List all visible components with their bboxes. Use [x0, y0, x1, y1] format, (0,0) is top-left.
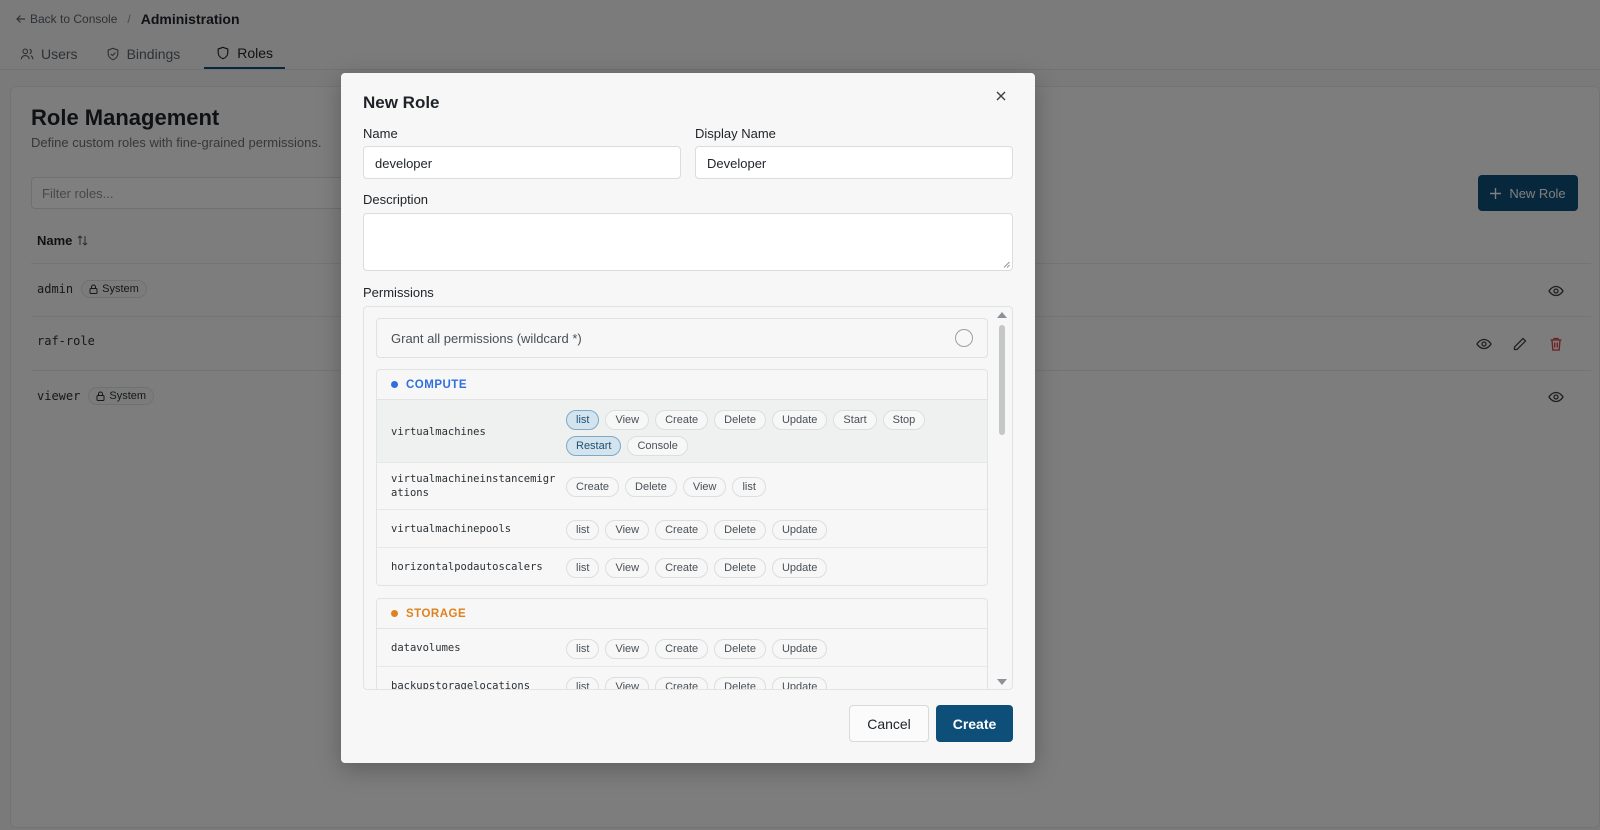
- resource-row: virtualmachinepools list View Create Del…: [377, 510, 987, 548]
- resource-row: datavolumes list View Create Delete Upda…: [377, 629, 987, 667]
- verb-chip[interactable]: Delete: [625, 477, 677, 497]
- resize-grip-icon[interactable]: [1003, 261, 1010, 268]
- new-role-dialog: New Role Name developer Display Name Dev…: [341, 73, 1035, 763]
- resource-name: virtualmachines: [391, 426, 486, 438]
- verb-chip[interactable]: Create: [566, 477, 620, 497]
- verb-chip[interactable]: View: [605, 639, 650, 659]
- verb-chips: list View Create Delete Update: [566, 520, 976, 540]
- verb-chip[interactable]: Update: [771, 410, 828, 430]
- group-dot: [391, 381, 398, 388]
- resource-row: horizontalpodautoscalers list View Creat…: [377, 548, 987, 585]
- group-header: COMPUTE: [377, 370, 987, 400]
- verb-chip[interactable]: list: [566, 558, 600, 578]
- scroll-up-arrow-icon[interactable]: [997, 312, 1007, 318]
- name-input[interactable]: developer: [363, 146, 681, 179]
- name-label: Name: [363, 126, 398, 141]
- verb-chip[interactable]: Update: [771, 677, 828, 689]
- permissions-list[interactable]: Grant all permissions (wildcard *) COMPU…: [363, 306, 1013, 690]
- dialog-title: New Role: [363, 93, 440, 112]
- verb-chip[interactable]: Create: [655, 520, 709, 540]
- group-name: COMPUTE: [406, 378, 467, 391]
- permissions-scrollbar[interactable]: [992, 307, 1012, 689]
- display-name-label: Display Name: [695, 126, 776, 141]
- scrollbar-thumb[interactable]: [999, 325, 1005, 435]
- verb-chips: Create Delete View list: [566, 477, 976, 497]
- verb-chip[interactable]: Console: [627, 436, 688, 456]
- verb-chip[interactable]: Delete: [714, 558, 766, 578]
- close-icon[interactable]: [993, 88, 1009, 104]
- verb-chip[interactable]: Create: [655, 677, 709, 689]
- verb-chips: list View Create Delete Update: [566, 639, 976, 659]
- resource-name: virtualmachineinstancemigr ations: [391, 473, 556, 499]
- verb-chip[interactable]: Stop: [882, 410, 926, 430]
- wildcard-option[interactable]: Grant all permissions (wildcard *): [376, 318, 988, 358]
- resource-name: virtualmachinepools: [391, 523, 512, 535]
- resource-row: virtualmachines list View Create Delete …: [377, 400, 987, 463]
- verb-chip[interactable]: View: [605, 677, 650, 689]
- group-dot: [391, 610, 398, 617]
- verb-chip[interactable]: Delete: [714, 410, 766, 430]
- verb-chips: list View Create Delete Update: [566, 558, 976, 578]
- verb-chip[interactable]: list: [566, 410, 600, 430]
- description-textarea[interactable]: [363, 213, 1013, 271]
- verb-chip[interactable]: Update: [771, 639, 828, 659]
- verb-chip[interactable]: Restart: [566, 436, 622, 456]
- verb-chip[interactable]: View: [605, 558, 650, 578]
- verb-chip[interactable]: Delete: [714, 520, 766, 540]
- verb-chip[interactable]: Create: [655, 558, 709, 578]
- display-name-input[interactable]: Developer: [695, 146, 1013, 179]
- resource-name: backupstoragelocations: [391, 680, 531, 690]
- resource-row: virtualmachineinstancemigr ations Create…: [377, 463, 987, 510]
- verb-chip[interactable]: Delete: [714, 677, 766, 689]
- verb-chips: list View Create Delete Update: [566, 677, 976, 689]
- resource-row: backupstoragelocations list View Create …: [377, 667, 987, 690]
- wildcard-label: Grant all permissions (wildcard *): [391, 331, 582, 346]
- verb-chip[interactable]: list: [566, 520, 600, 540]
- verb-chips: list View Create Delete Update Start Sto…: [566, 410, 976, 456]
- create-button[interactable]: Create: [936, 705, 1013, 742]
- verb-chip[interactable]: View: [605, 410, 650, 430]
- wildcard-radio[interactable]: [955, 329, 973, 347]
- verb-chip[interactable]: list: [732, 477, 766, 497]
- verb-chip[interactable]: Delete: [714, 639, 766, 659]
- description-label: Description: [363, 192, 429, 207]
- verb-chip[interactable]: Create: [655, 639, 709, 659]
- permission-group-storage: STORAGE datavolumes list View Create Del…: [376, 598, 988, 690]
- scroll-down-arrow-icon[interactable]: [997, 679, 1007, 685]
- verb-chip[interactable]: Start: [833, 410, 877, 430]
- resource-name: horizontalpodautoscalers: [391, 561, 543, 573]
- permission-group-compute: COMPUTE virtualmachines list View Create…: [376, 369, 988, 586]
- verb-chip[interactable]: View: [605, 520, 650, 540]
- verb-chip[interactable]: Update: [771, 520, 828, 540]
- verb-chip[interactable]: list: [566, 639, 600, 659]
- verb-chip[interactable]: Update: [771, 558, 828, 578]
- group-header: STORAGE: [377, 599, 987, 629]
- verb-chip[interactable]: list: [566, 677, 600, 689]
- resource-name: datavolumes: [391, 642, 461, 654]
- verb-chip[interactable]: Create: [655, 410, 709, 430]
- verb-chip[interactable]: View: [682, 477, 727, 497]
- permissions-label: Permissions: [363, 285, 434, 300]
- group-name: STORAGE: [406, 607, 467, 620]
- cancel-button[interactable]: Cancel: [849, 705, 929, 742]
